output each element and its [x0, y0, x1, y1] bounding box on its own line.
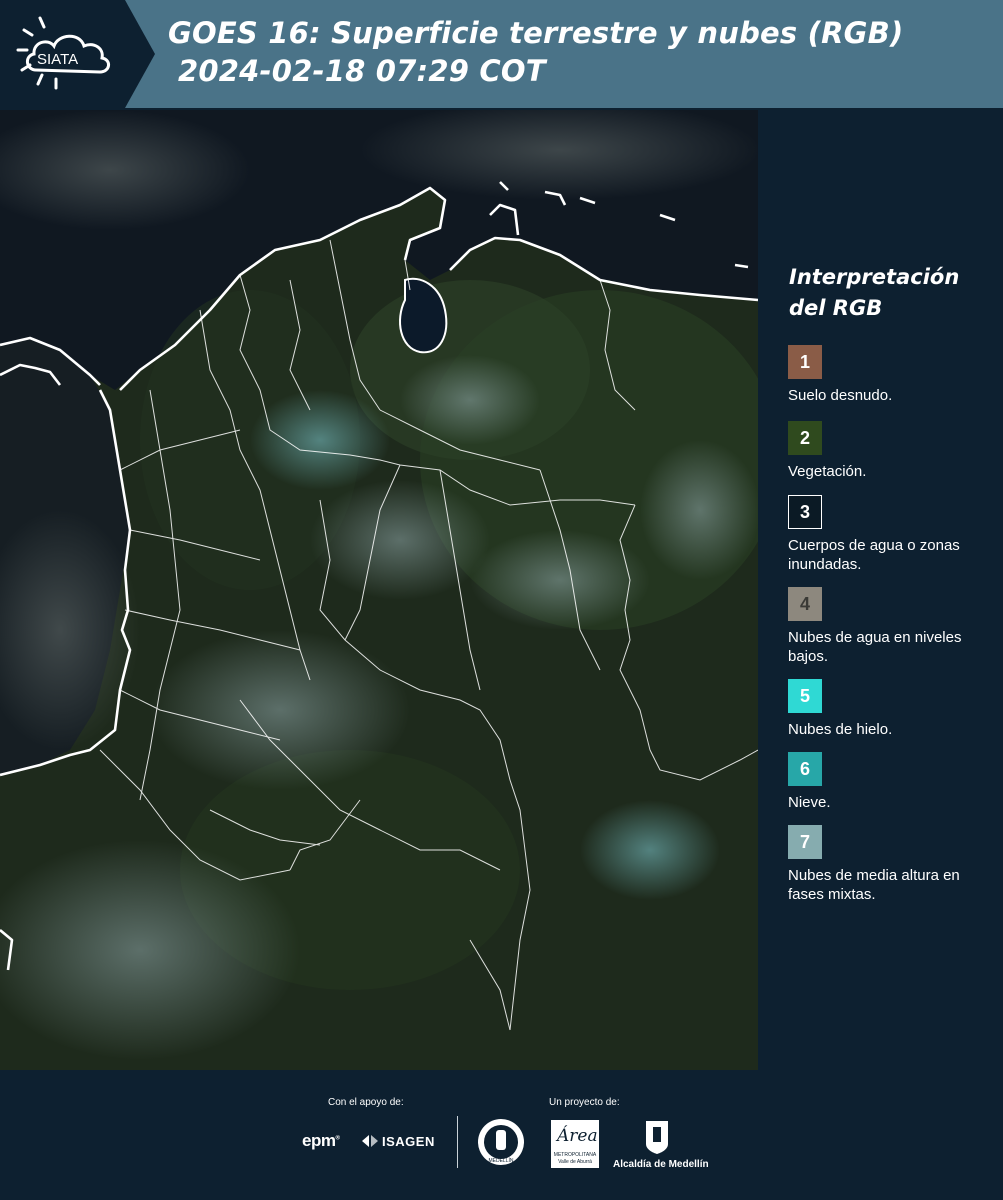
area-metropolitana-logo: Área METROPOLITANA Valle de Aburrá: [551, 1120, 599, 1168]
legend-label-2: Vegetación.: [788, 463, 867, 480]
isagen-mark-icon: [362, 1135, 378, 1147]
footer-divider: [457, 1116, 458, 1168]
satellite-map: [0, 110, 758, 1070]
legend-title: Interpretación del RGB: [789, 262, 959, 324]
page-title: GOES 16: Superficie terrestre y nubes (R…: [168, 14, 903, 90]
alcaldia-caption: Alcaldía de Medellín: [613, 1159, 709, 1170]
siata-logo-text: SIATA: [37, 51, 78, 68]
legend-label-4: Nubes de agua en niveles bajos.: [788, 629, 962, 665]
legend-item-bare-soil: 1 Suelo desnudo.: [788, 345, 978, 405]
legend-swatch-5: 5: [788, 679, 822, 713]
legend-label-5: Nubes de hielo.: [788, 721, 893, 738]
legend-label-1: Suelo desnudo.: [788, 387, 893, 404]
legend-swatch-2: 2: [788, 421, 822, 455]
legend-swatch-6: 6: [788, 752, 822, 786]
legend-swatch-3: 3: [788, 495, 822, 529]
legend-item-mid-clouds: 7 Nubes de media altura en fases mixtas.: [788, 825, 978, 904]
legend-swatch-4: 4: [788, 587, 822, 621]
siata-logo: SIATA: [0, 0, 155, 108]
legend-item-ice-clouds: 5 Nubes de hielo.: [788, 679, 978, 739]
area-logo-sub: METROPOLITANA: [553, 1152, 597, 1158]
legend-item-low-water-clouds: 4 Nubes de agua en niveles bajos.: [788, 587, 978, 666]
legend-item-snow: 6 Nieve.: [788, 752, 978, 812]
legend-title-line-1: Interpretación: [789, 265, 960, 289]
alcaldia-crest-icon: [646, 1121, 668, 1154]
legend-swatch-7: 7: [788, 825, 822, 859]
legend-label-6: Nieve.: [788, 794, 831, 811]
isagen-logo-text: ISAGEN: [382, 1133, 435, 1149]
legend-title-line-2: del RGB: [789, 296, 883, 320]
header-bar: SIATA GOES 16: Superficie terrestre y nu…: [0, 0, 1003, 108]
legend-item-vegetation: 2 Vegetación.: [788, 421, 978, 481]
legend-label-3: Cuerpos de agua o zonas inundadas.: [788, 537, 960, 573]
support-caption: Con el apoyo de:: [328, 1097, 404, 1108]
epm-logo: epm®: [302, 1131, 340, 1150]
area-logo-sub2: Valle de Aburrá: [558, 1159, 592, 1165]
legend-item-water-bodies: 3 Cuerpos de agua o zonas inundadas.: [788, 495, 978, 574]
title-line-2-timestamp: 2024-02-18 07:29 COT: [178, 54, 546, 88]
legend-label-7: Nubes de media altura en fases mixtas.: [788, 867, 960, 903]
legend-panel: Interpretación del RGB 1 Suelo desnudo. …: [760, 110, 1003, 1070]
legend-swatch-1: 1: [788, 345, 822, 379]
isagen-logo: ISAGEN: [360, 1133, 435, 1149]
medellin-seal-icon: MEDELLÍN: [478, 1119, 524, 1165]
title-line-1: GOES 16: Superficie terrestre y nubes (R…: [168, 16, 904, 50]
epm-logo-text: epm: [302, 1131, 336, 1150]
project-caption: Un proyecto de:: [549, 1097, 620, 1108]
area-logo-text: Área: [557, 1126, 598, 1146]
svg-text:MEDELLÍN: MEDELLÍN: [488, 1157, 513, 1164]
